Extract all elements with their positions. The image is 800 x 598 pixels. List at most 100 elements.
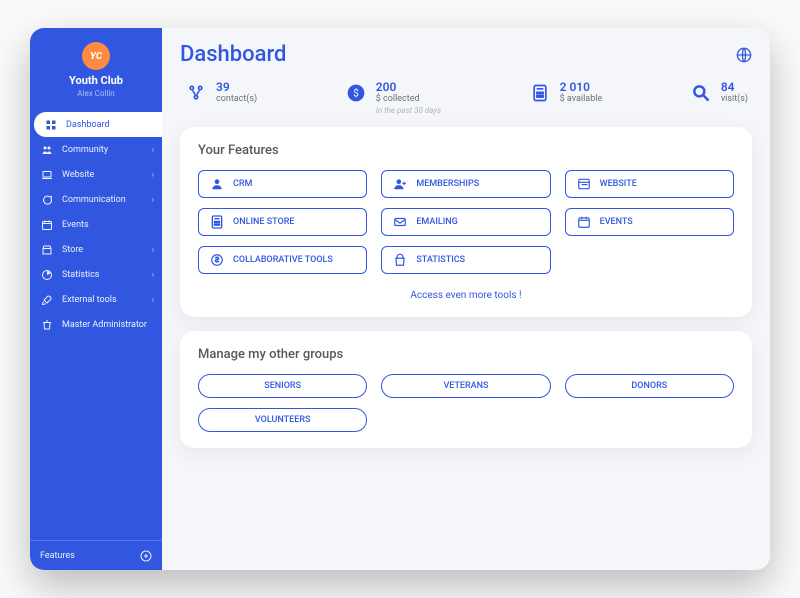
stats-row: 39contact(s)$200$ collectedIn the past 3… [180, 75, 752, 127]
person-plus-icon [392, 176, 408, 192]
chevron-right-icon: › [152, 270, 154, 279]
features-grid: CRM MEMBERSHIPS WEBSITE ONLINE STORE EMAILIN… [198, 170, 734, 274]
rocket-icon [40, 293, 54, 307]
person-icon [209, 176, 225, 192]
calendar-icon [40, 218, 54, 232]
stat-value: 39 [216, 81, 257, 94]
feature-label: COLLABORATIVE TOOLS [233, 255, 333, 265]
community-icon [40, 143, 54, 157]
dollar-icon: $ [344, 81, 368, 105]
stat-value: 200 [376, 81, 441, 94]
feature-label: ONLINE STORE [233, 217, 294, 227]
chevron-right-icon: › [152, 145, 154, 154]
sidebar-item-label: Community [62, 145, 108, 155]
stat-block: 2 010$ available [528, 81, 603, 115]
svg-text:$: $ [353, 86, 359, 99]
stat-value: 84 [721, 81, 748, 94]
store-icon [40, 243, 54, 257]
brand-name: Youth Club [30, 74, 162, 87]
sidebar-item-store[interactable]: Store › [30, 237, 162, 262]
brand-block: YC Youth Club Alex Collin [30, 28, 162, 106]
feature-online-store[interactable]: ONLINE STORE [198, 208, 367, 236]
group-veterans[interactable]: VETERANS [381, 374, 550, 398]
group-label: VOLUNTEERS [255, 415, 311, 425]
sidebar-item-label: Master Administrator [62, 320, 147, 330]
feature-label: CRM [233, 179, 252, 189]
contacts-icon [184, 81, 208, 105]
brand-logo: YC [82, 42, 110, 70]
sidebar-item-communication[interactable]: Communication › [30, 187, 162, 212]
stat-label: contact(s) [216, 94, 257, 104]
sidebar-item-label: Website [62, 170, 94, 180]
sidebar-footer-label: Features [40, 551, 75, 561]
sidebar-item-label: Statistics [62, 270, 99, 280]
chevron-right-icon: › [152, 195, 154, 204]
stat-block: 84visit(s) [689, 81, 748, 115]
laptop-icon [40, 168, 54, 182]
stat-label: visit(s) [721, 94, 748, 104]
stat-label: $ collected [376, 94, 441, 104]
sidebar: YC Youth Club Alex Collin Dashboard Commu… [30, 28, 162, 570]
group-label: VETERANS [443, 381, 488, 391]
sidebar-footer[interactable]: Features [30, 540, 162, 570]
feature-collaborative-tools[interactable]: COLLABORATIVE TOOLS [198, 246, 367, 274]
sidebar-item-events[interactable]: Events [30, 212, 162, 237]
group-volunteers[interactable]: VOLUNTEERS [198, 408, 367, 432]
chevron-right-icon: › [152, 170, 154, 179]
feature-label: MEMBERSHIPS [416, 179, 479, 189]
feature-emailing[interactable]: EMAILING [381, 208, 550, 236]
browser-icon [576, 176, 592, 192]
feature-label: WEBSITE [600, 179, 637, 189]
stat-label: $ available [560, 94, 603, 104]
calendar2-icon [576, 214, 592, 230]
stats-icon [40, 268, 54, 282]
stat-block: $200$ collectedIn the past 30 days [344, 81, 441, 115]
feature-crm[interactable]: CRM [198, 170, 367, 198]
sidebar-item-website[interactable]: Website › [30, 162, 162, 187]
trash-icon [40, 318, 54, 332]
group-label: DONORS [631, 381, 667, 391]
sidebar-item-community[interactable]: Community › [30, 137, 162, 162]
access-more-tools-link[interactable]: Access even more tools ! [198, 290, 734, 301]
search-icon [689, 81, 713, 105]
feature-statistics[interactable]: STATISTICS [381, 246, 550, 274]
feature-label: EVENTS [600, 217, 633, 227]
feature-website[interactable]: WEBSITE [565, 170, 734, 198]
calculator-icon [209, 214, 225, 230]
sidebar-item-label: Events [62, 220, 89, 230]
sidebar-item-master-administrator[interactable]: Master Administrator [30, 312, 162, 337]
groups-grid: SENIORS VETERANS DONORS VOLUNTEERS [198, 374, 734, 432]
sidebar-item-label: Dashboard [66, 120, 110, 130]
bag-icon [392, 252, 408, 268]
group-seniors[interactable]: SENIORS [198, 374, 367, 398]
feature-events[interactable]: EVENTS [565, 208, 734, 236]
brand-user: Alex Collin [30, 89, 162, 98]
sidebar-item-label: External tools [62, 295, 117, 305]
groups-title: Manage my other groups [198, 347, 734, 362]
sidebar-item-statistics[interactable]: Statistics › [30, 262, 162, 287]
dashboard-icon [44, 118, 58, 132]
feature-label: STATISTICS [416, 255, 465, 265]
globe-icon[interactable] [736, 47, 752, 63]
feature-memberships[interactable]: MEMBERSHIPS [381, 170, 550, 198]
dollar2-icon [209, 252, 225, 268]
stat-value: 2 010 [560, 81, 603, 94]
mail-icon [392, 214, 408, 230]
calculator-icon [528, 81, 552, 105]
header-row: Dashboard [180, 42, 752, 67]
features-card: Your Features CRM MEMBERSHIPS WEBSITE ONLIN… [180, 127, 752, 317]
group-label: SENIORS [264, 381, 301, 391]
sidebar-nav: DashboardCommunity›Website›Communication… [30, 106, 162, 540]
sidebar-item-label: Communication [62, 195, 126, 205]
features-title: Your Features [198, 143, 734, 158]
feature-label: EMAILING [416, 217, 457, 227]
chat-icon [40, 193, 54, 207]
group-donors[interactable]: DONORS [565, 374, 734, 398]
sidebar-item-dashboard[interactable]: Dashboard [34, 112, 162, 137]
main-content: Dashboard 39contact(s)$200$ collectedIn … [162, 28, 770, 570]
sidebar-item-label: Store [62, 245, 83, 255]
chevron-right-icon: › [152, 245, 154, 254]
stat-block: 39contact(s) [184, 81, 257, 115]
plus-circle-icon [140, 550, 152, 562]
sidebar-item-external-tools[interactable]: External tools› [30, 287, 162, 312]
